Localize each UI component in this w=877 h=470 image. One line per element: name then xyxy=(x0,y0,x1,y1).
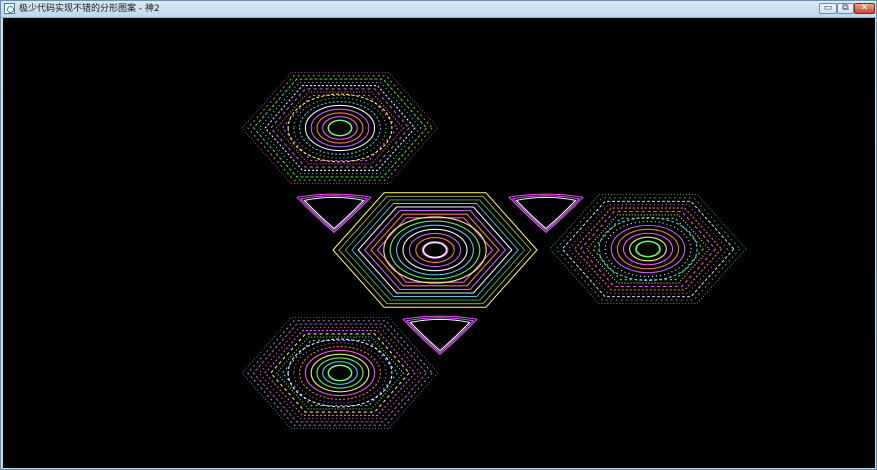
orbit-core xyxy=(635,240,661,258)
orbit-ring xyxy=(592,217,704,281)
orbit-ring xyxy=(276,91,404,165)
orbit-ring xyxy=(616,228,680,270)
orbit-ring xyxy=(344,199,526,301)
orbit-ring xyxy=(402,228,468,272)
orbit-ring xyxy=(338,195,532,305)
orbit-ring xyxy=(561,200,735,298)
triangle-loop-upper-right xyxy=(508,193,584,233)
orbit-ring xyxy=(304,104,376,152)
orbit-bottom-left xyxy=(241,317,439,429)
orbit-center xyxy=(338,195,532,305)
orbit-core xyxy=(327,364,353,382)
orbit-ring xyxy=(357,206,513,294)
orbit-ring xyxy=(376,217,494,283)
orbit-ring xyxy=(610,224,686,274)
triangle-loop-lower xyxy=(402,315,478,355)
minimize-button[interactable]: ▭ xyxy=(819,3,837,14)
orbit-core xyxy=(327,119,353,137)
app-window: 极少代码实现不错的分形图案 - 神2 ▭ ⧉ ✕ xyxy=(0,0,877,470)
orbit-right xyxy=(549,193,747,305)
orbit-ring xyxy=(276,336,404,410)
restore-icon: ⧉ xyxy=(842,3,849,13)
orbit-ring xyxy=(270,88,410,168)
orbit-ring xyxy=(555,197,741,301)
orbit-ring xyxy=(293,97,387,159)
orbit-ring xyxy=(310,353,370,393)
fractal-drawing xyxy=(241,72,747,429)
orbit-ring xyxy=(316,112,364,144)
orbit-ring xyxy=(622,232,674,266)
orbit-ring xyxy=(573,207,723,291)
orbit-ring xyxy=(293,342,387,404)
maximize-button[interactable]: ⧉ xyxy=(837,3,854,14)
close-button[interactable]: ✕ xyxy=(854,3,875,14)
orbit-ring xyxy=(258,81,422,175)
central-boundary xyxy=(332,192,538,308)
orbit-ring xyxy=(421,241,449,259)
orbit-ring xyxy=(247,75,433,181)
separatrix-loop xyxy=(512,195,580,231)
app-icon[interactable] xyxy=(4,3,15,14)
orbit-ring xyxy=(383,216,487,284)
orbit-ring xyxy=(287,93,393,163)
orbit-ring xyxy=(549,193,747,305)
fractal-canvas[interactable] xyxy=(3,18,875,468)
orbit-ring xyxy=(287,338,393,408)
separatrix-loop xyxy=(406,317,474,353)
orbit-ring xyxy=(310,108,370,148)
orbit-ring xyxy=(247,320,433,426)
orbit-top-left xyxy=(241,72,439,184)
orbit-ring xyxy=(270,333,410,413)
orbit-ring xyxy=(396,224,474,276)
orbit-ring xyxy=(598,217,698,281)
orbit-ring xyxy=(258,326,422,420)
orbit-ring xyxy=(408,232,462,268)
orbit-ring xyxy=(580,210,716,288)
title-bar[interactable]: 极少代码实现不错的分形图案 - 神2 ▭ ⧉ ✕ xyxy=(1,1,876,18)
window-title: 极少代码实现不错的分形图案 - 神2 xyxy=(19,4,160,14)
orbit-core xyxy=(422,241,448,259)
orbit-ring xyxy=(316,357,364,389)
minimize-icon: ▭ xyxy=(823,3,833,13)
close-icon: ✕ xyxy=(860,3,869,13)
separatrix-loop xyxy=(300,195,368,231)
orbit-ring xyxy=(304,349,376,397)
orbit-ring xyxy=(364,210,506,290)
